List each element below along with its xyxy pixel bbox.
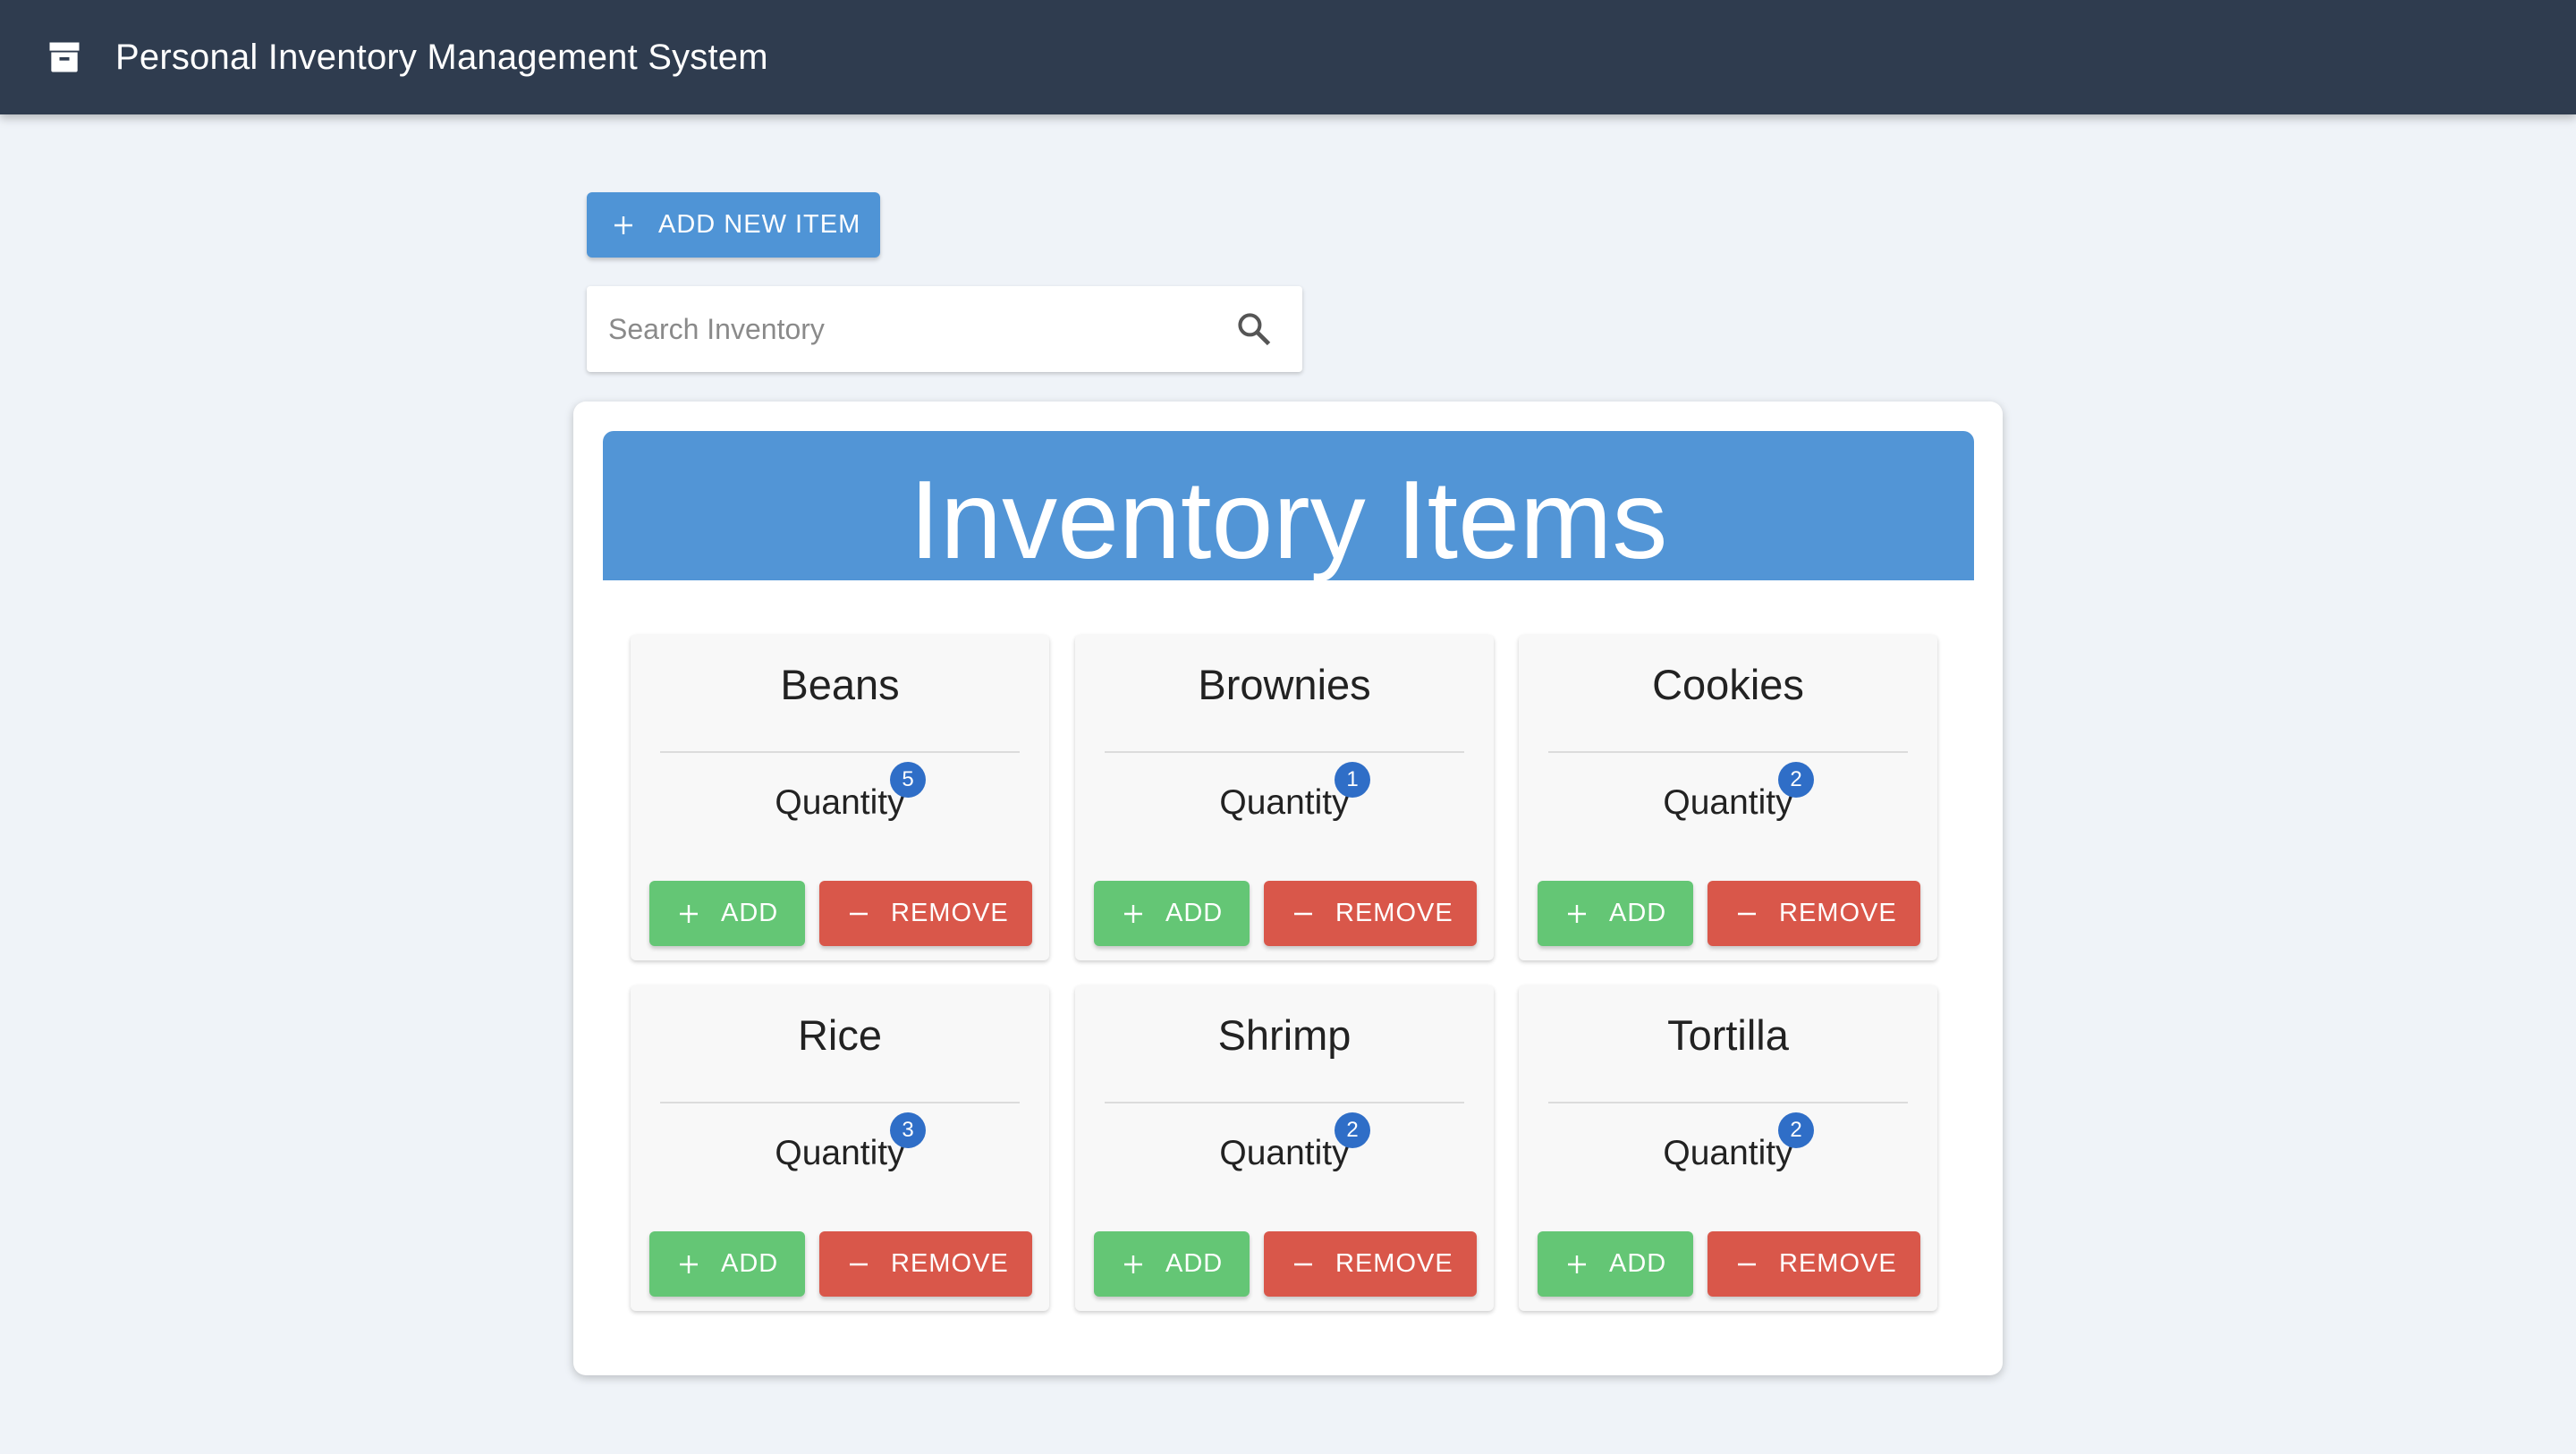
plus-icon [614,216,632,234]
minus-icon [850,912,868,916]
minus-icon [1294,912,1312,916]
quantity-badge: 2 [1778,762,1814,798]
plus-icon [1568,905,1586,923]
minus-icon [850,1263,868,1266]
remove-button-label: REMOVE [891,1249,1009,1278]
search-box [587,286,1302,372]
quantity-label: Quantity [1219,1134,1350,1172]
quantity-label: Quantity [775,783,905,822]
item-card: Beans Quantity 5 ADD REMOVE [631,635,1049,960]
add-button-label: ADD [1165,899,1224,927]
quantity-badge: 1 [1335,762,1370,798]
remove-button[interactable]: REMOVE [1264,1231,1477,1297]
item-name: Rice [797,1011,883,1059]
item-card: Shrimp Quantity 2 ADD REMOVE [1075,985,1494,1311]
quantity-label: Quantity [775,1134,905,1172]
add-button-label: ADD [721,899,779,927]
item-name: Cookies [1652,661,1804,708]
item-card: Cookies Quantity 2 ADD REMOVE [1519,635,1937,960]
remove-button[interactable]: REMOVE [1707,881,1920,946]
quantity-label: Quantity [1663,783,1793,822]
search-input[interactable] [608,308,1181,351]
remove-button-label: REMOVE [1335,1249,1453,1278]
quantity-badge: 2 [1778,1112,1814,1148]
divider [660,1102,1020,1103]
minus-icon [1294,1263,1312,1266]
item-name: Tortilla [1667,1011,1789,1059]
minus-icon [1738,1263,1756,1266]
divider [660,751,1020,753]
add-button[interactable]: ADD [1094,1231,1250,1297]
remove-button[interactable]: REMOVE [1707,1231,1920,1297]
quantity-badge: 3 [890,1112,926,1148]
add-button-label: ADD [1609,899,1667,927]
remove-button-label: REMOVE [891,899,1009,927]
add-button-label: ADD [721,1249,779,1278]
add-button[interactable]: ADD [1538,1231,1693,1297]
add-button[interactable]: ADD [649,881,805,946]
divider [1548,751,1908,753]
remove-button[interactable]: REMOVE [819,881,1032,946]
add-new-item-button[interactable]: ADD NEW ITEM [587,192,880,258]
remove-button[interactable]: REMOVE [1264,881,1477,946]
item-name: Brownies [1198,661,1371,708]
add-button[interactable]: ADD [1538,881,1693,946]
divider [1548,1102,1908,1103]
app-bar: Personal Inventory Management System [0,0,2576,114]
plus-icon [680,905,698,923]
plus-icon [680,1255,698,1273]
remove-button-label: REMOVE [1779,899,1897,927]
add-new-item-label: ADD NEW ITEM [658,210,861,239]
inventory-title: Inventory Items [603,431,1974,580]
inventory-panel: Inventory Items Beans Quantity 5 ADD REMOVE B… [573,402,2003,1375]
quantity-badge: 2 [1335,1112,1370,1148]
app-title: Personal Inventory Management System [115,38,768,77]
divider [1105,1102,1464,1103]
plus-icon [1568,1255,1586,1273]
plus-icon [1124,1255,1142,1273]
add-button-label: ADD [1609,1249,1667,1278]
item-card: Brownies Quantity 1 ADD REMOVE [1075,635,1494,960]
item-name: Beans [780,661,900,708]
quantity-label: Quantity [1219,783,1350,822]
add-button-label: ADD [1165,1249,1224,1278]
plus-icon [1124,905,1142,923]
item-card: Tortilla Quantity 2 ADD REMOVE [1519,985,1937,1311]
item-card: Rice Quantity 3 ADD REMOVE [631,985,1049,1311]
quantity-label: Quantity [1663,1134,1793,1172]
minus-icon [1738,912,1756,916]
add-button[interactable]: ADD [649,1231,805,1297]
quantity-badge: 5 [890,762,926,798]
remove-button-label: REMOVE [1335,899,1453,927]
archive-box-icon [49,42,80,72]
remove-button[interactable]: REMOVE [819,1231,1032,1297]
search-icon[interactable] [1234,309,1274,349]
item-name: Shrimp [1217,1011,1352,1059]
add-button[interactable]: ADD [1094,881,1250,946]
remove-button-label: REMOVE [1779,1249,1897,1278]
divider [1105,751,1464,753]
